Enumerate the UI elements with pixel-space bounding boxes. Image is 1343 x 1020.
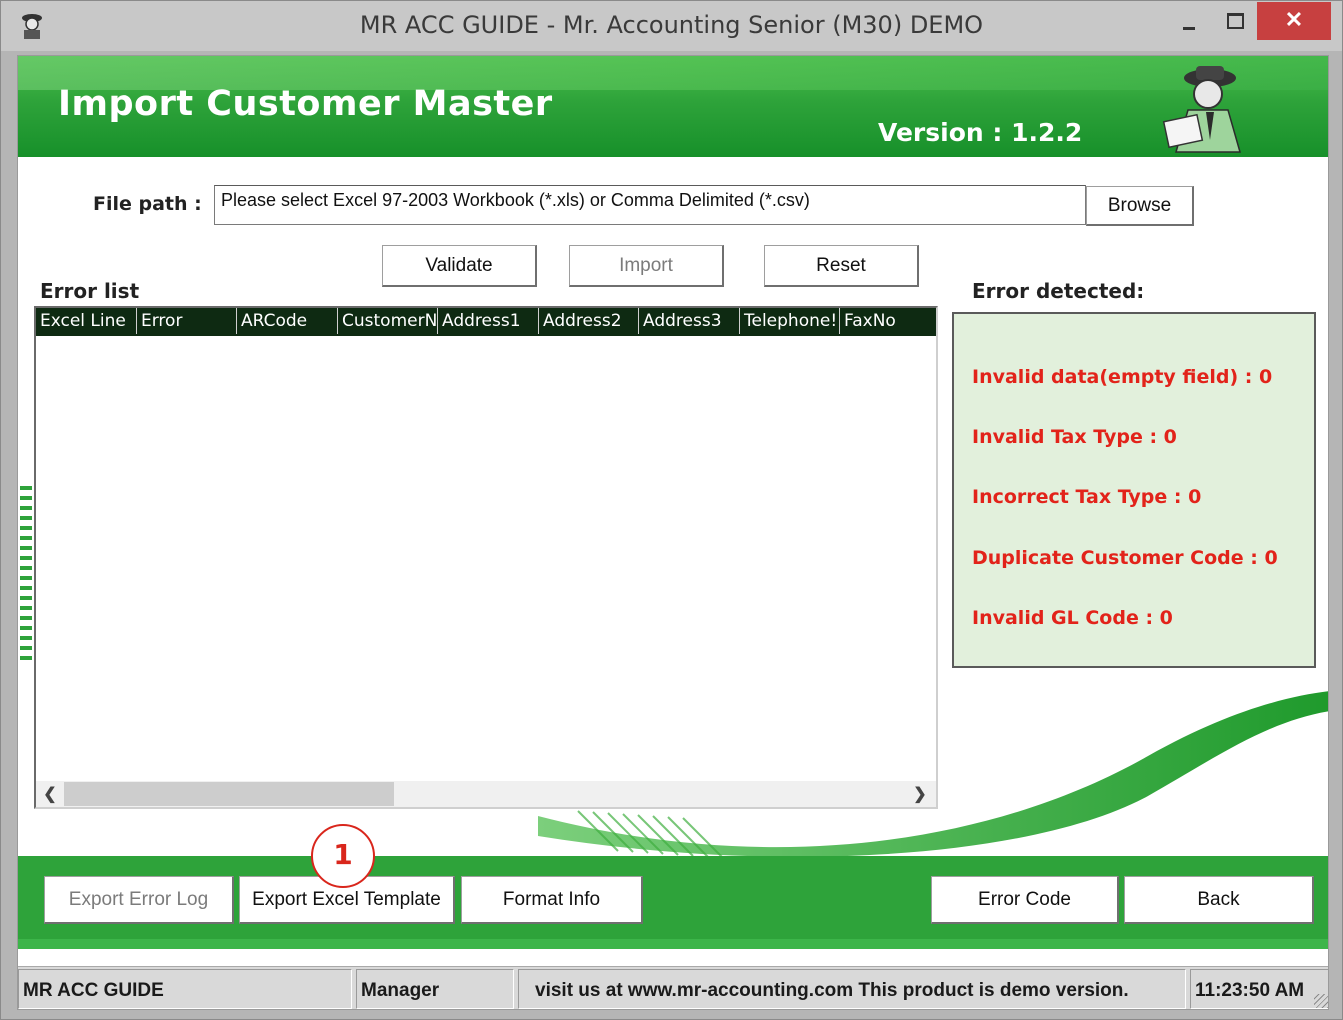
status-user: Manager xyxy=(356,969,514,1009)
format-info-button[interactable]: Format Info xyxy=(461,876,643,924)
decorative-swoosh xyxy=(538,691,1328,859)
scroll-left-icon[interactable]: ❮ xyxy=(40,784,60,804)
error-detected-panel: Invalid data(empty field) : 0 Invalid Ta… xyxy=(952,312,1316,668)
back-button[interactable]: Back xyxy=(1124,876,1314,924)
app-window: MR ACC GUIDE - Mr. Accounting Senior (M3… xyxy=(0,0,1343,1020)
browse-button[interactable]: Browse xyxy=(1086,186,1194,226)
error-list-label: Error list xyxy=(40,279,140,303)
error-count-invalid-gl-code: Invalid GL Code : 0 xyxy=(972,607,1173,629)
mascot-logo-icon xyxy=(1162,66,1241,153)
column-header[interactable]: Excel Line xyxy=(36,308,136,334)
error-count-invalid-tax-type: Invalid Tax Type : 0 xyxy=(972,426,1177,448)
status-bar: MR ACC GUIDE Manager visit us at www.mr-… xyxy=(18,966,1328,1009)
page-title: Import Customer Master xyxy=(58,84,553,124)
column-header[interactable]: Address1 xyxy=(437,308,538,334)
import-button[interactable]: Import xyxy=(569,245,724,287)
error-count-incorrect-tax-type: Incorrect Tax Type : 0 xyxy=(972,486,1202,508)
column-header[interactable]: ARCode xyxy=(236,308,337,334)
step-callout-badge: 1 xyxy=(311,824,375,888)
close-button[interactable]: ✕ xyxy=(1257,2,1331,40)
column-header[interactable]: Address3 xyxy=(638,308,739,334)
error-code-button[interactable]: Error Code xyxy=(931,876,1119,924)
error-count-empty-field: Invalid data(empty field) : 0 xyxy=(972,366,1273,388)
column-header[interactable]: FaxNo xyxy=(839,308,936,334)
status-app-name: MR ACC GUIDE xyxy=(18,969,352,1009)
export-error-log-button[interactable]: Export Error Log xyxy=(44,876,234,924)
validate-button[interactable]: Validate xyxy=(382,245,537,287)
column-header[interactable]: CustomerN xyxy=(337,308,437,334)
title-bar[interactable]: MR ACC GUIDE - Mr. Accounting Senior (M3… xyxy=(1,1,1342,51)
grid-header-row: Excel Line Error ARCode CustomerN Addres… xyxy=(36,308,936,336)
file-path-label: File path : xyxy=(93,193,202,215)
column-header[interactable]: Telephone! xyxy=(739,308,839,334)
status-message: visit us at www.mr-accounting.com This p… xyxy=(518,969,1186,1009)
error-count-duplicate-customer: Duplicate Customer Code : 0 xyxy=(972,547,1278,569)
version-label: Version : 1.2.2 xyxy=(878,118,1083,147)
maximize-button[interactable] xyxy=(1213,7,1253,41)
resize-grip-icon[interactable] xyxy=(1314,994,1328,1008)
form-client-area: Import Customer Master Version : 1.2.2 F… xyxy=(17,55,1329,1010)
minimize-button[interactable] xyxy=(1169,7,1209,41)
column-header[interactable]: Error xyxy=(136,308,236,334)
status-clock: 11:23:50 AM xyxy=(1190,969,1328,1009)
error-detected-label: Error detected: xyxy=(972,279,1145,303)
decorative-stripes xyxy=(20,486,32,660)
header-banner: Import Customer Master Version : 1.2.2 xyxy=(18,56,1328,157)
scrollbar-thumb[interactable] xyxy=(64,782,394,806)
window-title: MR ACC GUIDE - Mr. Accounting Senior (M3… xyxy=(359,11,984,39)
column-header[interactable]: Address2 xyxy=(538,308,638,334)
file-path-input[interactable]: Please select Excel 97-2003 Workbook (*.… xyxy=(214,185,1086,225)
reset-button[interactable]: Reset xyxy=(764,245,919,287)
